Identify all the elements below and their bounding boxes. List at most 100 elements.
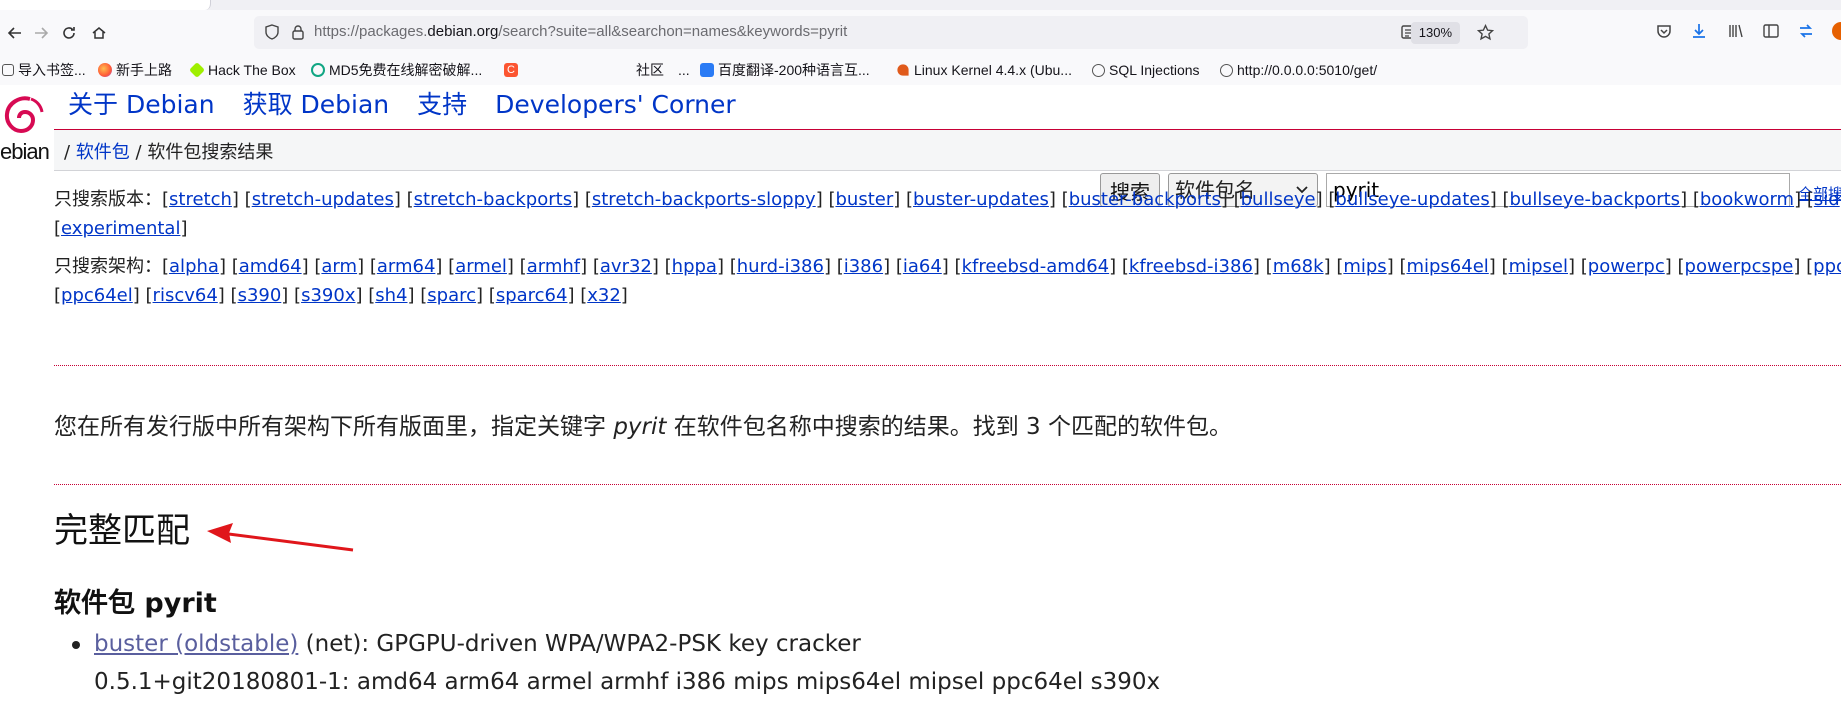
- arch-link-armhf[interactable]: armhf: [527, 256, 580, 277]
- version-link-experimental[interactable]: experimental: [61, 218, 180, 239]
- arch-link-ia64[interactable]: ia64: [903, 256, 942, 277]
- globe-icon: [1092, 63, 1105, 77]
- arch-link-hppa[interactable]: hppa: [672, 256, 717, 277]
- arch-link-s390[interactable]: s390: [238, 285, 282, 306]
- bookmark-localhost[interactable]: http://0.0.0.0:5010/get/: [1220, 60, 1377, 80]
- arch-link-kfreebsd-i386[interactable]: kfreebsd-i386: [1129, 256, 1253, 277]
- bookmark-getting-started[interactable]: 新手上路: [98, 60, 172, 80]
- arch-link-s390x[interactable]: s390x: [301, 285, 355, 306]
- bookmark-c[interactable]: C: [504, 60, 522, 80]
- version-filter-line-2: [experimental]: [54, 218, 187, 239]
- search-keyword: pyrit: [613, 414, 667, 440]
- library-icon[interactable]: [1727, 22, 1745, 40]
- bookmark-sql-injections[interactable]: SQL Injections: [1092, 60, 1200, 80]
- browser-toolbar: https://packages.debian.org/search?suite…: [0, 10, 1841, 55]
- version-link-stretch[interactable]: stretch: [169, 189, 232, 210]
- arch-link-mips64el[interactable]: mips64el: [1406, 256, 1488, 277]
- version-filter-line: 只搜索版本：[stretch] [stretch-updates] [stret…: [54, 185, 1841, 211]
- arch-link-alpha[interactable]: alpha: [169, 256, 219, 277]
- arch-link-m68k[interactable]: m68k: [1273, 256, 1324, 277]
- nav-get-debian[interactable]: 获取 Debian: [243, 85, 390, 125]
- arch-link-sparc64[interactable]: sparc64: [496, 285, 568, 306]
- section-divider: [54, 484, 1841, 485]
- version-link-bullseye[interactable]: bullseye: [1241, 189, 1316, 210]
- version-link-stretch-backports-sloppy[interactable]: stretch-backports-sloppy: [592, 189, 816, 210]
- bookmark-hack-the-box[interactable]: Hack The Box: [189, 60, 296, 80]
- arch-link-armel[interactable]: armel: [455, 256, 507, 277]
- arch-link-avr32[interactable]: avr32: [600, 256, 652, 277]
- arch-link-riscv64[interactable]: riscv64: [153, 285, 218, 306]
- arch-link-x32[interactable]: x32: [587, 285, 621, 306]
- htb-icon: [189, 62, 205, 78]
- bookmark-import[interactable]: 导入书签...: [2, 60, 86, 80]
- import-icon: [2, 64, 14, 76]
- home-button[interactable]: [88, 22, 110, 44]
- version-link-buster-updates[interactable]: buster-updates: [913, 189, 1049, 210]
- url-text[interactable]: https://packages.debian.org/search?suite…: [314, 23, 847, 40]
- version-link-sid[interactable]: sid: [1814, 189, 1840, 210]
- sidebar-icon[interactable]: [1762, 22, 1780, 40]
- zoom-level-badge[interactable]: 130%: [1410, 22, 1460, 44]
- bookmark-linux-kernel[interactable]: Linux Kernel 4.4.x (Ubu...: [896, 60, 1072, 80]
- exact-match-heading: 完整匹配: [54, 511, 190, 551]
- package-suite-link[interactable]: buster (oldstable): [94, 631, 298, 657]
- bookmark-md5[interactable]: MD5免费在线解密破解...: [311, 60, 482, 80]
- arch-link-arm64[interactable]: arm64: [377, 256, 436, 277]
- arch-link-powerpcspe[interactable]: powerpcspe: [1685, 256, 1794, 277]
- arch-link-sparc[interactable]: sparc: [427, 285, 476, 306]
- section-divider: [54, 365, 1841, 366]
- version-link-stretch-backports[interactable]: stretch-backports: [414, 189, 572, 210]
- bookmark-star-icon[interactable]: [1477, 24, 1494, 41]
- arch-link-powerpc[interactable]: powerpc: [1588, 256, 1665, 277]
- forward-button[interactable]: [30, 22, 52, 44]
- extension-icon[interactable]: [1832, 22, 1841, 40]
- site-nav: 关于 Debian 获取 Debian 支持 Developers' Corne…: [68, 85, 764, 125]
- package-result-list: buster (oldstable) (net): GPGPU-driven W…: [54, 625, 1160, 701]
- annotation-arrow-icon: [207, 523, 354, 552]
- version-link-bookworm[interactable]: bookworm: [1700, 189, 1794, 210]
- sync-icon[interactable]: [1797, 22, 1815, 40]
- shield-icon[interactable]: [264, 24, 280, 40]
- url-bar[interactable]: https://packages.debian.org/search?suite…: [254, 16, 1528, 49]
- globe-icon: [1220, 63, 1233, 77]
- breadcrumb: / 软件包 / 软件包搜索结果: [64, 142, 274, 163]
- arch-link-amd64[interactable]: amd64: [239, 256, 302, 277]
- version-link-buster[interactable]: buster: [835, 189, 893, 210]
- nav-support[interactable]: 支持: [417, 85, 467, 125]
- active-tab[interactable]: [0, 0, 211, 10]
- version-link-stretch-updates[interactable]: stretch-updates: [252, 189, 394, 210]
- nav-developers-corner[interactable]: Developers' Corner: [495, 85, 736, 125]
- arch-link-hurd-i386[interactable]: hurd-i386: [737, 256, 824, 277]
- arch-link-sh4[interactable]: sh4: [375, 285, 407, 306]
- arch-link-ppc64el[interactable]: ppc64el: [61, 285, 133, 306]
- version-link-bullseye-backports[interactable]: bullseye-backports: [1510, 189, 1681, 210]
- arch-link-arm[interactable]: arm: [321, 256, 357, 277]
- arch-link-mipsel[interactable]: mipsel: [1509, 256, 1568, 277]
- pocket-icon[interactable]: [1655, 22, 1673, 40]
- version-link-buster-backports[interactable]: buster-backports: [1069, 189, 1221, 210]
- arch-link-mips[interactable]: mips: [1343, 256, 1386, 277]
- arch-link-kfreebsd-amd64[interactable]: kfreebsd-amd64: [962, 256, 1110, 277]
- home-icon: [92, 27, 106, 39]
- bookmark-overflow[interactable]: ...: [678, 60, 690, 80]
- debian-logo-text[interactable]: ebian: [0, 139, 50, 165]
- page-content: ebian 关于 Debian 获取 Debian 支持 Developers'…: [0, 85, 1841, 718]
- arch-link-ppc64[interactable]: ppc64: [1813, 256, 1841, 277]
- version-links-overflow: [experimental]: [54, 218, 188, 239]
- back-button[interactable]: [4, 22, 26, 44]
- version-link-bullseye-updates[interactable]: bullseye-updates: [1335, 189, 1489, 210]
- breadcrumb-packages-link[interactable]: 软件包: [76, 142, 130, 163]
- arch-filter-line: 只搜索架构：[alpha] [amd64] [arm] [arm64] [arm…: [54, 252, 1841, 278]
- bookmark-community[interactable]: 社区: [636, 60, 664, 80]
- downloads-icon[interactable]: [1690, 22, 1708, 40]
- exploit-icon: [897, 64, 909, 76]
- package-version-archs: 0.5.1+git20180801-1: amd64 arm64 armel a…: [94, 669, 1161, 695]
- lock-icon[interactable]: [290, 24, 306, 40]
- nav-about-debian[interactable]: 关于 Debian: [68, 85, 215, 125]
- search-summary: 您在所有发行版中所有架构下所有版面里，指定关键字 pyrit 在软件包名称中搜索…: [54, 414, 1232, 440]
- tab-strip: [0, 0, 1841, 10]
- forward-arrow-icon: [35, 27, 49, 39]
- reload-button[interactable]: [58, 22, 80, 44]
- bookmark-baidu-translate[interactable]: 百度翻译-200种语言互...: [700, 60, 870, 80]
- arch-link-i386[interactable]: i386: [844, 256, 883, 277]
